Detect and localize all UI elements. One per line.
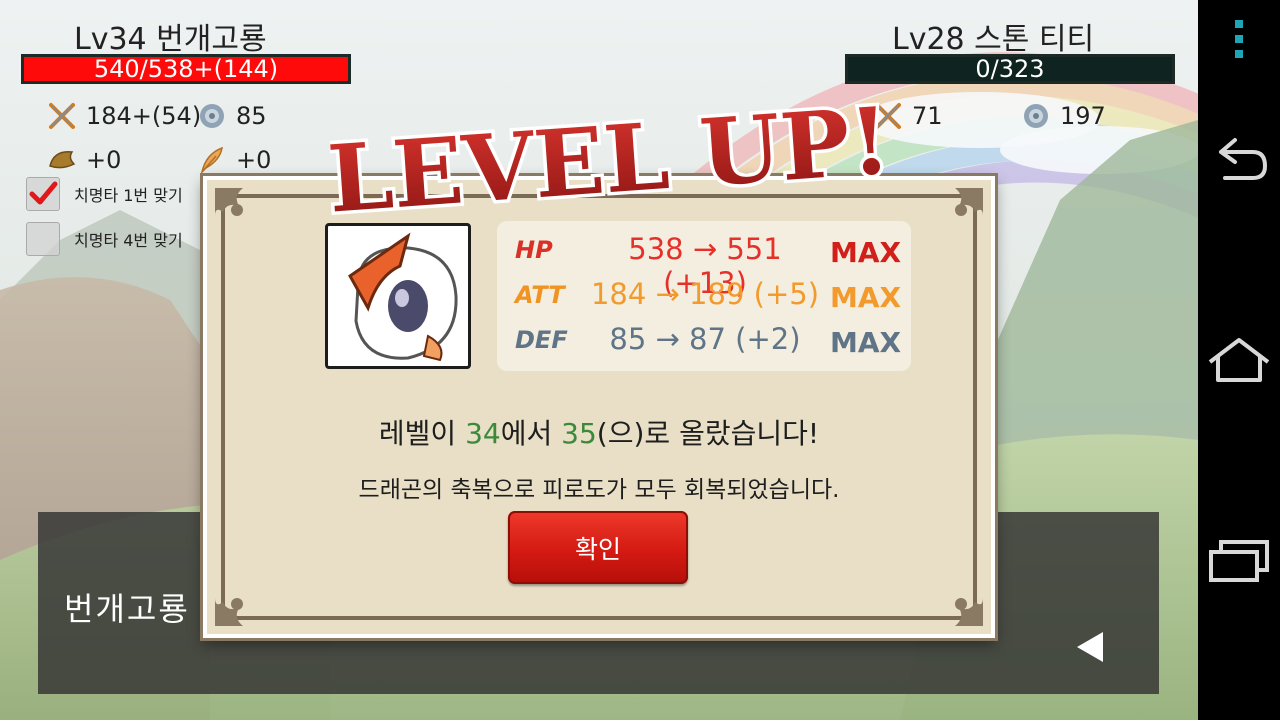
feather-icon [196, 144, 228, 176]
stat-label-att: ATT [515, 281, 565, 309]
home-icon [1208, 338, 1270, 382]
crit1-label: 치명타 1번 맞기 [74, 186, 183, 205]
level-from: 34 [465, 417, 501, 450]
player-defense-value: 85 [236, 102, 267, 130]
overflow-menu-icon [1235, 20, 1243, 58]
stat-value-att: 184 → 189 (+5) [590, 277, 820, 311]
shield-icon [1020, 100, 1052, 132]
player-hp-bar: 540/538+(144) [21, 54, 351, 84]
level-message: 레벨이 34에서 35(으)로 올랐습니다! [203, 412, 995, 452]
ornament-corner-icon [215, 598, 243, 626]
fatigue-message: 드래곤의 축복으로 피로도가 모두 회복되었습니다. [358, 477, 840, 503]
crit4-label: 치명타 4번 맞기 [74, 231, 183, 250]
back-icon [1219, 138, 1267, 180]
stat-row-def: DEF 85 → 87 (+2) MAX [497, 320, 911, 360]
stat-value-def: 85 → 87 (+2) [609, 322, 801, 356]
player-attack-value: 184+(54) [86, 102, 202, 130]
level-message-mid: 에서 [500, 417, 562, 450]
level-message-prefix: 레벨이 [378, 417, 466, 450]
stat-row-hp: HP 538 → 551 (+13) MAX [497, 230, 911, 300]
stat-label-def: DEF [515, 326, 568, 354]
stat-max-att: MAX [830, 281, 902, 314]
confirm-button-label: 확인 [574, 534, 621, 564]
player-bonus2-stat: +0 [196, 144, 271, 176]
player-bonus1-value: +0 [86, 146, 122, 174]
enemy-hp-bar: 0/323 [845, 54, 1175, 84]
shield-icon [196, 100, 228, 132]
player-attack-stat: 184+(54) [46, 100, 201, 132]
ornament-corner-icon [955, 188, 983, 216]
advance-arrow-icon[interactable] [1077, 632, 1103, 662]
dragon-portrait-icon [348, 232, 458, 362]
recent-apps-icon [1209, 540, 1269, 582]
level-message-suffix: (으)로 올랐습니다! [596, 417, 820, 450]
crossed-swords-icon [46, 100, 78, 132]
player-name: Lv34 번개고룡 [74, 22, 267, 57]
enemy-name: Lv28 스톤 티티 [892, 22, 1095, 57]
check-row-crit1[interactable]: 치명타 1번 맞기 [26, 177, 183, 211]
enemy-defense-value: 197 [1060, 102, 1106, 130]
player-bonus1-stat: +0 [46, 144, 121, 176]
level-up-title-text: LEVEL UP! [330, 92, 890, 232]
player-hp-text: 540/538+(144) [93, 55, 279, 83]
overflow-menu-button[interactable] [1198, 18, 1280, 60]
battle-message-text: 번개고룡 [64, 590, 190, 628]
confirm-button[interactable]: 확인 [508, 511, 688, 584]
level-stats-box: HP 538 → 551 (+13) MAX ATT 184 → 189 (+5… [497, 221, 911, 371]
ornament-corner-icon [215, 188, 243, 216]
enemy-attack-value: 71 [912, 102, 943, 130]
recent-apps-button[interactable] [1198, 538, 1280, 584]
crit4-checkbox[interactable] [26, 222, 60, 256]
stat-row-att: ATT 184 → 189 (+5) MAX [497, 275, 911, 315]
player-bonus2-value: +0 [236, 146, 272, 174]
home-button[interactable] [1198, 336, 1280, 384]
stat-max-def: MAX [830, 326, 902, 359]
horn-icon [46, 144, 78, 176]
level-up-title: LEVEL UP! [330, 92, 890, 232]
monster-portrait [325, 223, 471, 369]
crit1-checkbox[interactable] [26, 177, 60, 211]
back-button[interactable] [1198, 136, 1280, 184]
level-to: 35 [561, 417, 597, 450]
system-nav-bar [1198, 0, 1280, 720]
player-defense-stat: 85 [196, 100, 267, 132]
enemy-hp-text: 0/323 [975, 55, 1045, 83]
enemy-defense-stat: 197 [1020, 100, 1106, 132]
ornament-corner-icon [955, 598, 983, 626]
check-row-crit4[interactable]: 치명타 4번 맞기 [26, 222, 183, 256]
stat-max-hp: MAX [830, 236, 902, 269]
checkmark-icon [29, 181, 58, 205]
stat-label-hp: HP [515, 236, 553, 264]
